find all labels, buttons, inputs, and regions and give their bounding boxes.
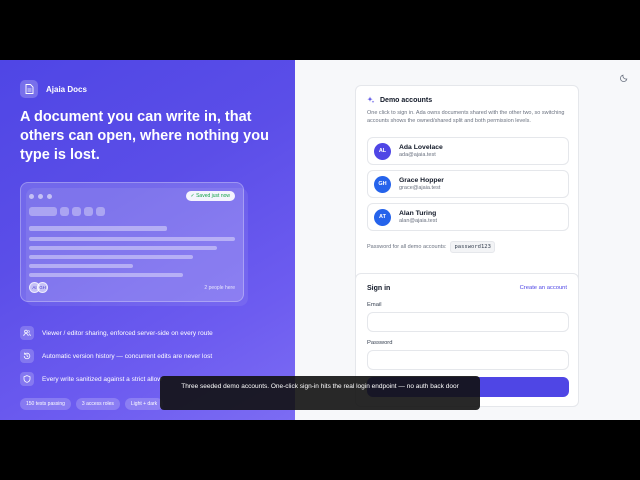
- demo-account-grace[interactable]: GH Grace Hopper grace@ajaia.test: [367, 170, 569, 198]
- account-name: Alan Turing: [399, 210, 437, 217]
- brand-name: Ajaia Docs: [46, 84, 87, 94]
- sign-in-title: Sign in: [367, 285, 391, 292]
- feature-item: Viewer / editor sharing, enforced server…: [20, 326, 213, 340]
- saved-badge: ✓ Saved just now: [185, 191, 235, 201]
- email-label: Email: [367, 302, 382, 308]
- demo-account-ada[interactable]: AL Ada Lovelace ada@ajaia.test: [367, 137, 569, 165]
- account-email: grace@ajaia.test: [399, 185, 441, 191]
- avatar: AL: [374, 142, 391, 160]
- shield-icon: [20, 372, 34, 386]
- feature-text: Automatic version history — concurrent e…: [42, 352, 213, 360]
- password-field[interactable]: [367, 350, 569, 370]
- moon-icon: [620, 74, 628, 82]
- preview-line: [29, 273, 183, 277]
- brand: Ajaia Docs: [20, 80, 87, 98]
- history-icon: [20, 349, 34, 363]
- users-icon: [20, 326, 34, 340]
- hero-panel: Ajaia Docs A document you can write in, …: [0, 60, 295, 420]
- headline: A document you can write in, that others…: [20, 109, 269, 163]
- demo-account-alan[interactable]: AT Alan Turing alan@ajaia.test: [367, 203, 569, 231]
- avatar: AT: [374, 208, 391, 226]
- preview-toolbar: [29, 207, 105, 216]
- account-name: Ada Lovelace: [399, 144, 443, 151]
- email-field[interactable]: [367, 312, 569, 332]
- sparkle-icon: [367, 96, 375, 104]
- editor-preview: ✓ Saved just now AI GH 2 people here: [20, 182, 244, 302]
- feature-text: Viewer / editor sharing, enforced server…: [42, 329, 213, 337]
- demo-accounts-description: One click to sign in. Ada owns documents…: [367, 110, 565, 124]
- demo-password-label: Password for all demo accounts:: [367, 244, 447, 250]
- create-account-link[interactable]: Create an account: [520, 285, 567, 291]
- feature-text: Every write sanitized against a strict a…: [42, 375, 162, 383]
- demo-password: password123: [450, 241, 495, 253]
- preview-line: [29, 237, 235, 241]
- preview-line: [29, 264, 133, 268]
- avatar: GH: [374, 175, 391, 193]
- stat-chip: Light + dark: [124, 398, 164, 410]
- video-caption: Three seeded demo accounts. One-click si…: [160, 376, 480, 410]
- password-label: Password: [367, 340, 393, 346]
- demo-accounts-title: Demo accounts: [380, 96, 433, 104]
- stat-chips: 150 tests passing 3 access roles Light +…: [20, 398, 164, 410]
- account-name: Grace Hopper: [399, 177, 444, 184]
- stat-chip: 3 access roles: [75, 398, 120, 410]
- feature-item: Automatic version history — concurrent e…: [20, 349, 212, 363]
- avatar: GH: [37, 282, 48, 293]
- document-icon: [20, 80, 38, 98]
- auth-panel: Demo accounts One click to sign in. Ada …: [295, 60, 640, 420]
- preview-line: [29, 246, 217, 250]
- presence-avatars: AI GH: [29, 282, 48, 293]
- window-dots: [29, 194, 52, 199]
- theme-toggle-button[interactable]: [618, 72, 630, 84]
- stat-chip: 150 tests passing: [20, 398, 71, 410]
- feature-item: Every write sanitized against a strict a…: [20, 372, 162, 386]
- demo-accounts-heading: Demo accounts: [367, 96, 432, 104]
- account-email: ada@ajaia.test: [399, 152, 436, 158]
- demo-password-row: Password for all demo accounts: password…: [367, 241, 495, 253]
- preview-line: [29, 226, 167, 231]
- account-email: alan@ajaia.test: [399, 218, 437, 224]
- people-count: 2 people here: [204, 285, 235, 291]
- preview-line: [29, 255, 193, 259]
